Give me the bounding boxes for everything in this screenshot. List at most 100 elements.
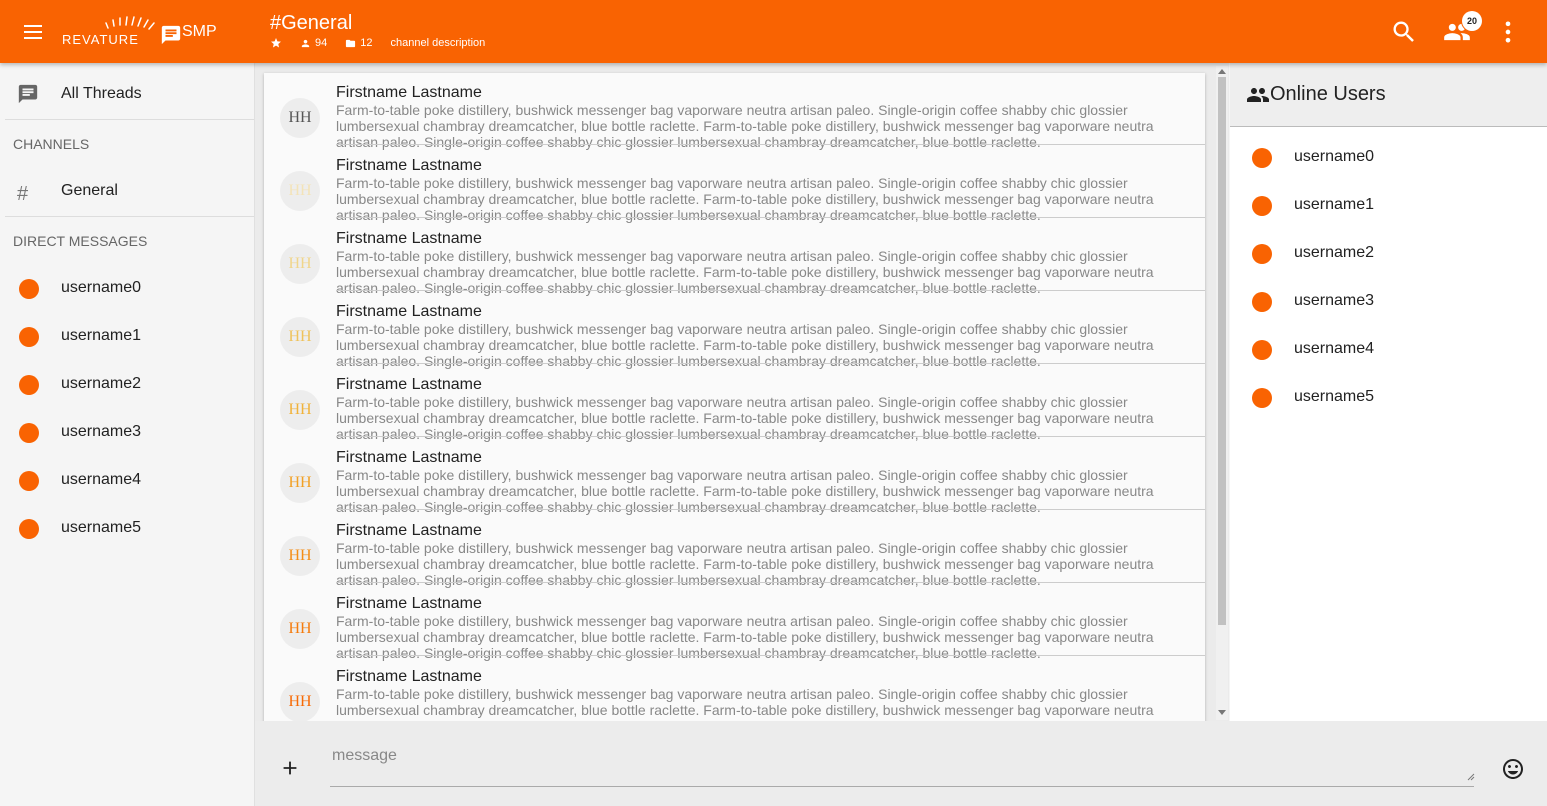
- person-icon: [301, 39, 310, 47]
- logo-rays-icon: [105, 16, 155, 30]
- scroll-thumb[interactable]: [1218, 77, 1226, 625]
- online-user-username2[interactable]: username2: [1230, 230, 1547, 278]
- status-dot-icon: [1252, 196, 1272, 216]
- status-dot-icon: [1252, 340, 1272, 360]
- sidebar-item-label: username5: [61, 519, 142, 536]
- threads-icon: [18, 84, 38, 104]
- folder-icon: [346, 39, 356, 47]
- message-author: Firstname Lastname: [336, 157, 482, 174]
- logo-text: REVATURE: [62, 32, 139, 47]
- sidebar-item-username1[interactable]: username1: [5, 312, 254, 360]
- divider: [336, 217, 1205, 218]
- message-text: Farm-to-table poke distillery, bushwick …: [336, 686, 1154, 721]
- sidebar-item-username4[interactable]: username4: [5, 456, 254, 504]
- sidebar-item-username3[interactable]: username3: [5, 408, 254, 456]
- status-dot-icon: [19, 375, 39, 395]
- sidebar-item-general[interactable]: # General: [5, 167, 254, 215]
- avatar: HH: [280, 463, 320, 503]
- message-text: Farm-to-table poke distillery, bushwick …: [336, 102, 1154, 150]
- channels-header: CHANNELS: [13, 136, 90, 152]
- message-author: Firstname Lastname: [336, 522, 482, 539]
- message-text: Farm-to-table poke distillery, bushwick …: [336, 613, 1154, 661]
- sidebar-item-username2[interactable]: username2: [5, 360, 254, 408]
- message-scrollbar[interactable]: [1216, 66, 1228, 720]
- message-input[interactable]: [330, 745, 1474, 785]
- online-user-username0[interactable]: username0: [1230, 134, 1547, 182]
- message-author: Firstname Lastname: [336, 449, 482, 466]
- online-user-label: username4: [1294, 340, 1375, 357]
- divider: [336, 655, 1205, 656]
- divider: [336, 582, 1205, 583]
- people-icon: [1247, 88, 1269, 102]
- divider: [336, 436, 1205, 437]
- online-user-label: username2: [1294, 244, 1375, 261]
- list-item[interactable]: HH Firstname Lastname Farm-to-table poke…: [264, 438, 1205, 515]
- sidebar: All Threads CHANNELS # General DIRECT ME…: [5, 63, 255, 806]
- online-user-label: username3: [1294, 292, 1375, 309]
- list-item[interactable]: HH Firstname Lastname Farm-to-table poke…: [264, 511, 1205, 588]
- message-composer: [255, 721, 1547, 806]
- list-item[interactable]: HH Firstname Lastname Farm-to-table poke…: [264, 584, 1205, 661]
- list-item[interactable]: HH Firstname Lastname Farm-to-table poke…: [264, 219, 1205, 296]
- sidebar-item-all-threads[interactable]: All Threads: [5, 70, 254, 118]
- online-users-header: Online Users: [1230, 63, 1547, 127]
- list-item[interactable]: HH Firstname Lastname Farm-to-table poke…: [264, 292, 1205, 369]
- status-dot-icon: [1252, 388, 1272, 408]
- sidebar-item-username0[interactable]: username0: [5, 264, 254, 312]
- message-text: Farm-to-table poke distillery, bushwick …: [336, 175, 1154, 223]
- resize-grip-icon[interactable]: [1467, 773, 1475, 781]
- plus-icon[interactable]: [279, 757, 301, 779]
- message-area: HH Firstname Lastname Farm-to-table poke…: [255, 63, 1229, 721]
- message-list: HH Firstname Lastname Farm-to-table poke…: [264, 73, 1205, 721]
- more-vert-icon[interactable]: [1494, 18, 1522, 46]
- menu-icon[interactable]: [20, 20, 46, 44]
- divider: [336, 363, 1205, 364]
- message-text: Farm-to-table poke distillery, bushwick …: [336, 467, 1154, 515]
- avatar: HH: [280, 536, 320, 576]
- online-user-username5[interactable]: username5: [1230, 374, 1547, 422]
- online-user-label: username0: [1294, 148, 1375, 165]
- avatar: HH: [280, 317, 320, 357]
- revature-logo: REVATURE: [62, 14, 158, 47]
- channel-meta: 94 12 channel description: [270, 37, 485, 49]
- scroll-down-icon[interactable]: [1218, 710, 1226, 715]
- message-text: Farm-to-table poke distillery, bushwick …: [336, 248, 1154, 296]
- avatar: HH: [280, 98, 320, 138]
- search-icon[interactable]: [1390, 18, 1418, 46]
- divider: [336, 509, 1205, 510]
- folders-count: 12: [360, 37, 373, 49]
- sidebar-item-label: username2: [61, 375, 142, 392]
- list-item[interactable]: HH Firstname Lastname Farm-to-table poke…: [264, 73, 1205, 150]
- online-user-username4[interactable]: username4: [1230, 326, 1547, 374]
- message-text: Farm-to-table poke distillery, bushwick …: [336, 540, 1154, 588]
- notification-badge: 20: [1462, 11, 1482, 31]
- scroll-up-icon[interactable]: [1218, 69, 1226, 74]
- list-item[interactable]: HH Firstname Lastname Farm-to-table poke…: [264, 365, 1205, 442]
- sidebar-item-username5[interactable]: username5: [5, 504, 254, 552]
- list-item[interactable]: HH Firstname Lastname Farm-to-table poke…: [264, 657, 1205, 721]
- avatar: HH: [280, 682, 320, 721]
- emoji-smile-icon[interactable]: [1501, 757, 1525, 781]
- message-author: Firstname Lastname: [336, 668, 482, 685]
- direct-messages-header: DIRECT MESSAGES: [13, 233, 148, 249]
- status-dot-icon: [19, 423, 39, 443]
- status-dot-icon: [19, 279, 39, 299]
- input-underline: [330, 786, 1474, 787]
- sidebar-item-label: General: [61, 182, 118, 199]
- message-author: Firstname Lastname: [336, 84, 482, 101]
- sidebar-item-label: username0: [61, 279, 142, 296]
- online-user-username3[interactable]: username3: [1230, 278, 1547, 326]
- divider: [336, 144, 1205, 145]
- top-toolbar: REVATURE SMP #General 94 12 channel desc…: [0, 0, 1547, 63]
- status-dot-icon: [19, 327, 39, 347]
- sidebar-item-label: All Threads: [61, 85, 142, 102]
- divider: [5, 216, 254, 217]
- online-user-username1[interactable]: username1: [1230, 182, 1547, 230]
- app-name: SMP: [182, 23, 217, 40]
- status-dot-icon: [19, 519, 39, 539]
- divider: [336, 290, 1205, 291]
- list-item[interactable]: HH Firstname Lastname Farm-to-table poke…: [264, 146, 1205, 223]
- message-text: Farm-to-table poke distillery, bushwick …: [336, 321, 1154, 369]
- star-icon[interactable]: [270, 37, 282, 49]
- sidebar-item-label: username3: [61, 423, 142, 440]
